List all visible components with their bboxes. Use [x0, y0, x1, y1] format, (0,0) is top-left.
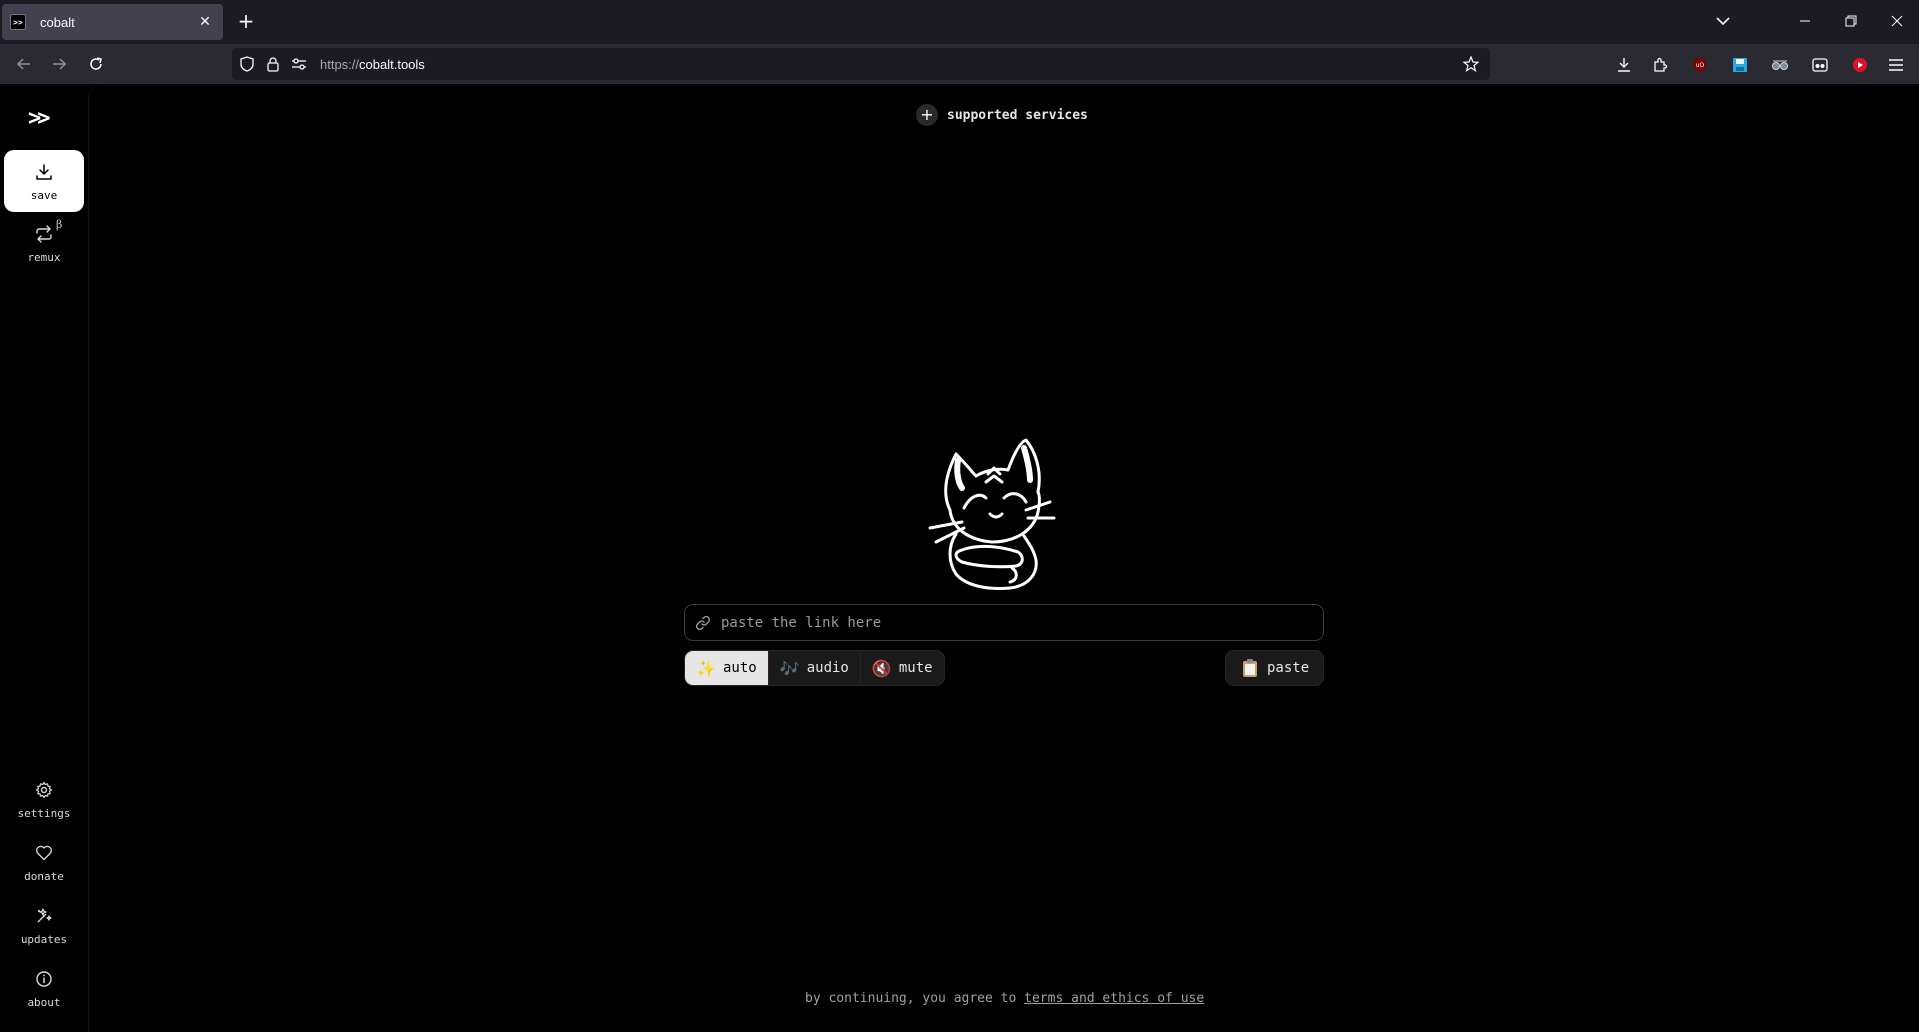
youtube-icon[interactable] — [1846, 51, 1874, 79]
sidebar-item-remux[interactable]: remux β — [4, 212, 84, 274]
paste-button[interactable]: paste — [1225, 650, 1324, 686]
svg-text:uO: uO — [1696, 62, 1705, 69]
star-icon[interactable] — [1458, 51, 1484, 77]
mode-audio-button[interactable]: 🎶 audio — [769, 651, 861, 685]
remux-icon — [33, 223, 55, 245]
glasses-icon[interactable] — [1766, 51, 1794, 79]
reload-icon[interactable] — [83, 51, 109, 77]
url-text[interactable]: https://cobalt.tools — [320, 57, 425, 72]
mode-label: auto — [723, 660, 757, 676]
cobalt-logo[interactable]: >> — [28, 106, 60, 132]
terms-footer: by continuing, you agree to terms and et… — [805, 991, 1204, 1006]
sidebar-item-updates[interactable]: updates — [4, 894, 84, 956]
download-mode-switcher: ✨ auto 🎶 audio 🔇 mute — [684, 650, 945, 686]
link-input[interactable] — [721, 614, 1323, 631]
tab-title: cobalt — [40, 14, 75, 30]
plus-icon[interactable]: + — [234, 10, 258, 34]
info-icon — [33, 968, 55, 990]
close-icon[interactable]: ✕ — [195, 14, 215, 30]
menu-icon[interactable] — [1882, 51, 1910, 79]
mode-auto-button[interactable]: ✨ auto — [685, 651, 769, 685]
supported-services-label: supported services — [947, 107, 1088, 123]
ublock-icon[interactable]: uO — [1686, 51, 1714, 79]
browser-tab[interactable]: >> cobalt ✕ — [2, 4, 223, 40]
link-icon — [695, 615, 711, 631]
heart-icon — [33, 842, 55, 864]
restore-icon[interactable] — [1836, 8, 1866, 34]
gear-icon — [33, 779, 55, 801]
sparkles-icon: ✨ — [696, 658, 716, 678]
sidebar-item-settings[interactable]: settings — [4, 768, 84, 830]
forward-icon[interactable] — [46, 51, 72, 77]
cat-mascot-illustration — [928, 438, 1056, 590]
beta-badge: β — [56, 218, 63, 231]
sidebar-item-about[interactable]: about — [4, 957, 84, 1019]
muted-speaker-icon: 🔇 — [871, 658, 892, 678]
extensions-icon[interactable] — [1646, 51, 1674, 79]
permissions-icon[interactable] — [286, 51, 312, 77]
plus-icon: + — [916, 104, 938, 126]
sidebar-item-label: about — [27, 995, 61, 1009]
mode-label: mute — [898, 660, 933, 676]
shield-icon[interactable] — [234, 51, 260, 77]
back-icon[interactable] — [11, 51, 37, 77]
sidebar-item-donate[interactable]: donate — [4, 831, 84, 893]
mode-mute-button[interactable]: 🔇 mute — [861, 651, 944, 685]
close-window-icon[interactable] — [1882, 8, 1912, 34]
supported-services-button[interactable]: + supported services — [916, 102, 1088, 128]
sidebar: >> save remux β settings donate updates — [0, 84, 88, 1032]
lock-icon[interactable] — [260, 51, 286, 77]
minimize-icon[interactable] — [1790, 8, 1820, 34]
music-notes-icon: 🎶 — [779, 658, 800, 678]
chevron-down-icon[interactable] — [1710, 8, 1736, 34]
download-icon[interactable] — [1610, 51, 1638, 79]
sidebar-item-label: settings — [17, 806, 71, 820]
tab-favicon: >> — [10, 14, 26, 30]
floppy-icon[interactable] — [1726, 51, 1754, 79]
paste-label: paste — [1267, 660, 1310, 676]
browser-tabbar: >> cobalt ✕ + — [0, 0, 1919, 44]
url-bar[interactable]: https://cobalt.tools — [232, 48, 1490, 80]
sidebar-item-save[interactable]: save — [4, 150, 84, 212]
footer-text: by continuing, you agree to — [805, 991, 1025, 1006]
download-icon — [33, 161, 55, 183]
terms-link[interactable]: terms and ethics of use — [1024, 991, 1204, 1006]
sidebar-item-label: updates — [20, 932, 68, 946]
sidebar-item-label: remux — [27, 250, 61, 264]
link-input-container[interactable] — [684, 604, 1324, 641]
sparkle-icon — [33, 905, 55, 927]
clipboard-icon — [1241, 658, 1259, 678]
sidebar-item-label: donate — [24, 869, 64, 883]
mode-label: audio — [806, 660, 849, 676]
reader-icon[interactable] — [1806, 51, 1834, 79]
sidebar-item-label: save — [30, 188, 58, 202]
